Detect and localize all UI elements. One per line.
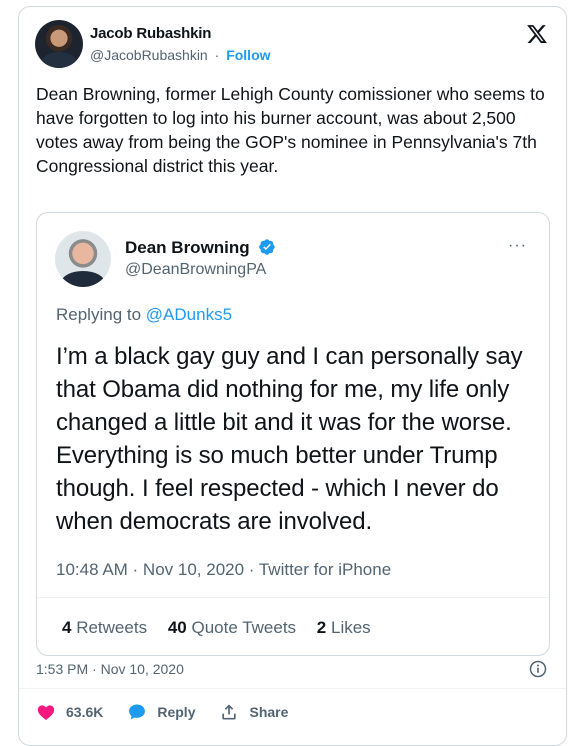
follow-button[interactable]: Follow: [226, 47, 270, 63]
x-logo-icon[interactable]: [526, 23, 548, 45]
author-name[interactable]: Jacob Rubashkin: [90, 25, 211, 42]
info-icon[interactable]: [528, 659, 548, 679]
quoted-author-handle[interactable]: @DeanBrowningPA: [125, 261, 266, 279]
author-avatar[interactable]: [35, 20, 83, 68]
share-icon: [222, 704, 237, 720]
author-handle-line: @JacobRubashkin · Follow: [90, 47, 271, 63]
more-icon[interactable]: ···: [508, 237, 527, 255]
divider: [19, 688, 566, 689]
reply-label: Reply: [157, 704, 196, 720]
quoted-tweet-meta[interactable]: 10:48 AM · Nov 10, 2020 · Twitter for iP…: [56, 560, 391, 580]
tweet-text: Dean Browning, former Lehigh County comi…: [36, 84, 545, 176]
stat-likes[interactable]: 2 Likes: [317, 618, 371, 637]
stat-label: Likes: [331, 618, 371, 637]
verified-badge-icon: [259, 239, 276, 255]
separator-dot: ·: [214, 47, 220, 63]
replying-mention[interactable]: @ADunks5: [146, 305, 232, 324]
heart-icon: [37, 705, 55, 720]
share-button[interactable]: Share: [219, 702, 288, 722]
tweet-actions: 63.6K Reply Share: [36, 702, 312, 722]
divider: [37, 597, 549, 598]
quoted-author-avatar[interactable]: [55, 231, 111, 287]
like-button[interactable]: 63.6K: [36, 702, 103, 722]
reply-button[interactable]: Reply: [127, 702, 195, 722]
replying-prefix: Replying to: [56, 305, 142, 324]
author-handle[interactable]: @JacobRubashkin: [90, 47, 208, 63]
stat-count: 2: [316, 618, 327, 637]
reply-icon: [129, 704, 146, 720]
stat-count: 4: [62, 618, 72, 637]
quoted-tweet-text: I’m a black gay guy and I can personally…: [56, 343, 523, 535]
stat-label: Quote Tweets: [191, 618, 297, 637]
quoted-tweet[interactable]: Dean Browning @DeanBrowningPA ··· Replyi…: [36, 212, 550, 656]
tweet-timestamp[interactable]: 1:53 PM · Nov 10, 2020: [36, 661, 184, 677]
stat-retweets[interactable]: 4 Retweets: [62, 618, 147, 637]
stat-quote-tweets[interactable]: 40 Quote Tweets: [168, 618, 296, 637]
quoted-author-name[interactable]: Dean Browning: [125, 238, 250, 257]
replying-to: Replying to @ADunks5: [56, 305, 232, 325]
stat-count: 40: [167, 618, 187, 637]
embedded-tweet-card: Jacob Rubashkin @JacobRubashkin · Follow…: [18, 6, 567, 746]
stat-label: Retweets: [76, 618, 148, 637]
quoted-author-name-line: Dean Browning: [125, 238, 276, 258]
share-label: Share: [249, 704, 289, 720]
like-count: 63.6K: [66, 704, 104, 720]
quoted-tweet-stats: 4 Retweets 40 Quote Tweets 2 Likes: [62, 618, 387, 638]
